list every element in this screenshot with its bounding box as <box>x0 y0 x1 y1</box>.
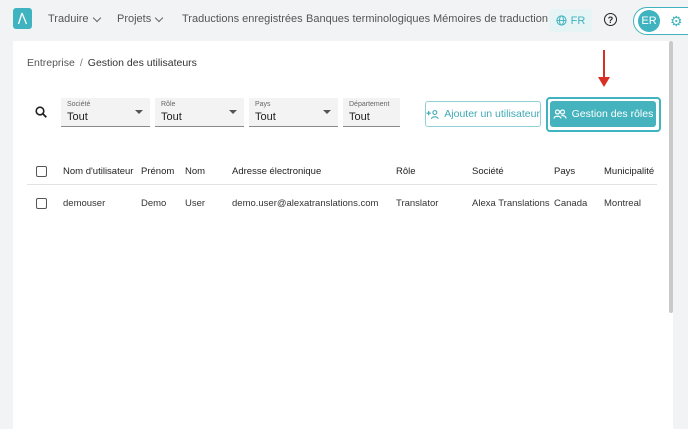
filter-company-label: Société <box>67 101 91 108</box>
filter-country-label: Pays <box>255 101 271 108</box>
filter-country[interactable]: Pays Tout <box>249 98 338 127</box>
caret-down-icon <box>323 110 331 114</box>
column-header-first-name[interactable]: Prénom <box>141 166 174 177</box>
filter-department[interactable]: Département Tout <box>343 98 400 127</box>
column-header-username[interactable]: Nom d'utilisateur <box>63 166 133 177</box>
manage-roles-button[interactable]: Gestion des rôles <box>550 101 656 127</box>
column-header-municipality[interactable]: Municipalité <box>604 166 654 177</box>
nav-translation-memories[interactable]: Mémoires de traduction <box>433 13 548 25</box>
cell-municipality: Montreal <box>604 198 641 209</box>
top-bar: Traduire Projets Traductions enregistrée… <box>0 0 688 41</box>
arrow-down-icon <box>598 77 610 87</box>
annotation-arrow-shaft <box>603 50 605 78</box>
gear-icon[interactable]: ⚙ <box>670 13 683 29</box>
language-code: FR <box>570 14 586 27</box>
scrollbar[interactable] <box>669 41 673 313</box>
column-header-email[interactable]: Adresse électronique <box>232 166 321 177</box>
app-logo[interactable] <box>13 8 32 29</box>
nav-saved-translations-label: Traductions enregistrées <box>182 13 303 25</box>
breadcrumb: Entreprise / Gestion des utilisateurs <box>27 57 197 69</box>
cell-role: Translator <box>396 198 439 209</box>
help-icon[interactable]: ? <box>604 13 617 26</box>
breadcrumb-current: Gestion des utilisateurs <box>87 57 197 69</box>
cell-company: Alexa Translations <box>472 198 550 209</box>
avatar: ER <box>638 10 660 32</box>
select-all-checkbox[interactable] <box>36 166 47 177</box>
breadcrumb-separator: / <box>79 57 83 69</box>
cell-username: demouser <box>63 198 106 209</box>
nav-translate[interactable]: Traduire <box>48 13 101 25</box>
chevron-down-icon <box>92 13 101 22</box>
filter-role[interactable]: Rôle Tout <box>155 98 244 127</box>
nav-saved-translations[interactable]: Traductions enregistrées <box>182 13 303 25</box>
nav-term-banks-label: Banques terminologiques <box>306 13 431 25</box>
cell-last-name: User <box>185 198 206 209</box>
filter-country-value: Tout <box>255 111 276 123</box>
filter-company[interactable]: Société Tout <box>61 98 150 127</box>
add-user-button[interactable]: Ajouter un utilisateur <box>425 101 541 127</box>
filter-role-label: Rôle <box>161 101 176 108</box>
chevron-down-icon <box>155 13 164 22</box>
nav-translate-label: Traduire <box>48 13 89 25</box>
header-divider <box>27 184 657 185</box>
filter-department-label: Département <box>349 101 390 108</box>
caret-down-icon <box>229 110 237 114</box>
cell-first-name: Demo <box>141 198 167 209</box>
column-header-company[interactable]: Société <box>472 166 504 177</box>
cell-country: Canada <box>554 198 588 209</box>
users-icon <box>553 109 567 119</box>
nav-translation-memories-label: Mémoires de traduction <box>433 13 548 25</box>
manage-roles-label: Gestion des rôles <box>571 108 654 120</box>
column-header-last-name[interactable]: Nom <box>185 166 205 177</box>
caret-down-icon <box>135 110 143 114</box>
breadcrumb-parent[interactable]: Entreprise <box>27 57 75 69</box>
search-icon[interactable] <box>35 106 47 118</box>
row-checkbox[interactable] <box>36 198 47 209</box>
cell-email: demo.user@alexatranslations.com <box>232 198 379 209</box>
column-header-role[interactable]: Rôle <box>396 166 416 177</box>
add-user-label: Ajouter un utilisateur <box>444 108 540 120</box>
nav-projects[interactable]: Projets <box>117 13 164 25</box>
filter-department-value: Tout <box>349 111 370 123</box>
nav-projects-label: Projets <box>117 13 152 25</box>
filter-company-value: Tout <box>67 111 88 123</box>
globe-icon <box>556 15 567 26</box>
language-selector[interactable]: FR <box>549 9 592 32</box>
user-menu[interactable]: ER ⚙ <box>633 7 688 35</box>
add-user-icon <box>426 109 439 119</box>
filter-role-value: Tout <box>161 111 182 123</box>
nav-term-banks[interactable]: Banques terminologiques <box>306 13 430 25</box>
logo-icon <box>17 12 28 25</box>
column-header-country[interactable]: Pays <box>554 166 575 177</box>
